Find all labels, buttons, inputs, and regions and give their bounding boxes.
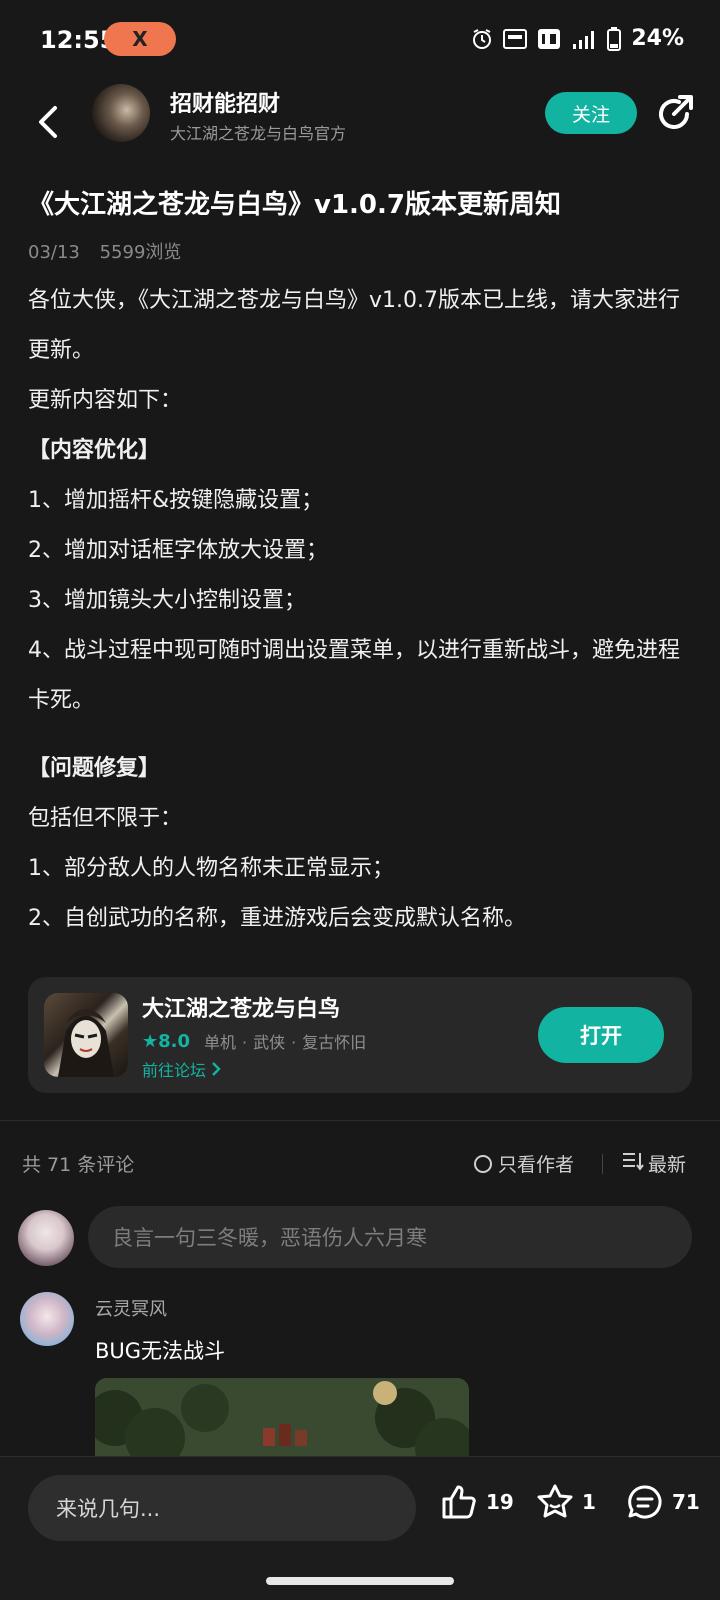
star-icon: ★ xyxy=(142,1030,159,1052)
author-avatar[interactable] xyxy=(92,84,150,142)
paragraph: 包括但不限于： xyxy=(28,806,183,831)
author-name[interactable]: 招财能招财 xyxy=(170,86,280,118)
commenter-name[interactable]: 云灵冥风 xyxy=(95,1295,167,1321)
battery-percent: 24% xyxy=(631,26,684,51)
section-heading: 【内容优化】 xyxy=(28,438,161,463)
signal-icon xyxy=(571,28,597,50)
status-icons: 24% xyxy=(471,26,684,51)
battery-icon xyxy=(607,26,622,51)
article-date: 03/13 xyxy=(28,242,80,263)
paragraph: 1、增加摇杆&按键隐藏设置； xyxy=(28,488,324,513)
sort-icon xyxy=(622,1151,644,1176)
hd-icon xyxy=(537,28,561,50)
user-avatar[interactable] xyxy=(18,1210,74,1266)
comment-input[interactable]: 良言一句三冬暖，恶语伤人六月寒 xyxy=(88,1206,692,1268)
game-meta: ★8.0 单机 · 武侠 · 复古怀旧 xyxy=(142,1029,372,1053)
star-outline-icon xyxy=(537,1484,573,1518)
back-arrow-icon xyxy=(39,106,57,138)
article-views: 5599浏览 xyxy=(99,242,182,263)
auto-hz-icon xyxy=(503,28,528,50)
like-button[interactable]: 19 xyxy=(440,1483,514,1521)
back-button[interactable] xyxy=(28,94,68,150)
share-icon xyxy=(659,95,693,129)
article-meta: 03/13 5599浏览 xyxy=(28,238,195,264)
paragraph: 4、战斗过程中现可随时调出设置菜单，以进行重新战斗，避免进程卡死。 xyxy=(28,638,680,713)
author-only-toggle[interactable]: 只看作者 xyxy=(474,1150,574,1177)
article-title: 《大江湖之苍龙与白鸟》v1.0.7版本更新周知 xyxy=(28,190,561,220)
paragraph: 2、增加对话框字体放大设置； xyxy=(28,538,328,563)
paragraph: 1、部分敌人的人物名称未正常显示； xyxy=(28,856,394,881)
game-tags: 单机 · 武侠 · 复古怀旧 xyxy=(204,1033,367,1052)
paragraph: 3、增加镜头大小控制设置； xyxy=(28,588,306,613)
status-bar: 12:55 X 24% xyxy=(0,0,720,80)
divider xyxy=(0,1120,720,1121)
x-badge: X xyxy=(104,22,176,56)
divider xyxy=(602,1154,603,1174)
header: 招财能招财 大江湖之苍龙与白鸟官方 关注 xyxy=(0,80,720,166)
game-card[interactable]: 大江湖之苍龙与白鸟 ★8.0 单机 · 武侠 · 复古怀旧 前往论坛 打开 xyxy=(28,977,692,1093)
paragraph: 2、自创武功的名称，重进游戏后会变成默认名称。 xyxy=(28,906,526,931)
article-body: 各位大侠，《大江湖之苍龙与白鸟》v1.0.7版本已上线，请大家进行更新。 更新内… xyxy=(28,276,694,944)
paragraph: 各位大侠，《大江湖之苍龙与白鸟》v1.0.7版本已上线，请大家进行更新。 xyxy=(28,288,680,363)
bottom-bar: 来说几句... 19 1 71 xyxy=(0,1456,720,1600)
author-subtitle: 大江湖之苍龙与白鸟官方 xyxy=(170,124,347,143)
game-name[interactable]: 大江湖之苍龙与白鸟 xyxy=(142,991,340,1023)
comments-button[interactable]: 71 xyxy=(626,1483,700,1521)
commenter-avatar[interactable] xyxy=(20,1292,74,1346)
follow-button[interactable]: 关注 xyxy=(545,92,637,134)
alarm-icon xyxy=(471,28,493,50)
reply-input[interactable]: 来说几句... xyxy=(28,1475,416,1541)
thumbs-up-icon xyxy=(442,1485,476,1519)
comment-bubble-icon xyxy=(628,1485,662,1519)
sort-button[interactable]: 最新 xyxy=(622,1150,686,1177)
radio-icon xyxy=(474,1154,492,1173)
open-button[interactable]: 打开 xyxy=(538,1007,664,1063)
paragraph: 更新内容如下： xyxy=(28,388,183,413)
comments-count: 共 71 条评论 xyxy=(22,1154,135,1176)
comment-screenshot[interactable] xyxy=(95,1378,469,1460)
home-indicator[interactable] xyxy=(266,1577,454,1585)
favorite-button[interactable]: 1 xyxy=(536,1483,596,1521)
game-icon[interactable] xyxy=(44,993,128,1077)
chevron-right-icon xyxy=(211,1061,221,1080)
comment-text: BUG无法战斗 xyxy=(95,1339,226,1363)
forum-link[interactable]: 前往论坛 xyxy=(142,1057,221,1081)
x-icon: X xyxy=(132,27,148,51)
share-button[interactable] xyxy=(654,92,696,134)
section-heading: 【问题修复】 xyxy=(28,756,161,781)
game-rating: ★8.0 xyxy=(142,1030,191,1052)
